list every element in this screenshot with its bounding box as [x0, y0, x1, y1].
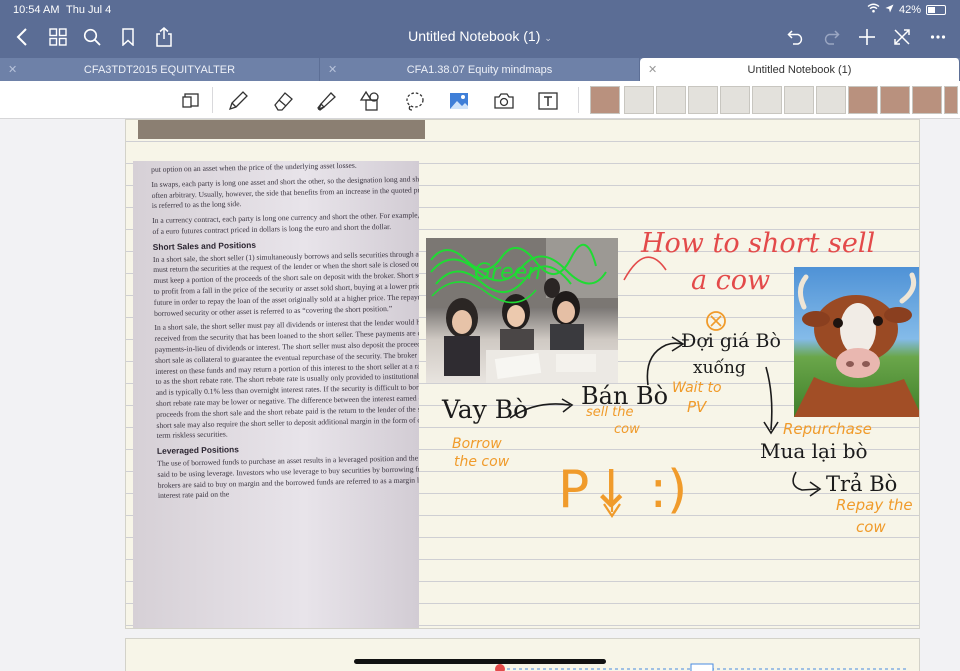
status-right: 42%: [867, 3, 946, 16]
title-line-2: a cow: [691, 265, 771, 296]
note-xuong: xuống: [693, 358, 746, 378]
note-vay-bo: Vay Bò: [442, 395, 529, 424]
toolbar-divider: [212, 87, 213, 113]
pen-tool[interactable]: [226, 89, 250, 113]
toolbar-divider: [578, 87, 579, 113]
selection-guides: [495, 663, 906, 671]
page-thumbnail[interactable]: [816, 86, 846, 114]
chevron-down-icon: ⌄: [544, 33, 552, 43]
lasso-tool[interactable]: [403, 89, 427, 113]
document-title-text: Untitled Notebook (1): [408, 28, 541, 44]
more-icon: [930, 35, 946, 39]
pen-icon: [228, 91, 248, 111]
note-repay-the: Repay the: [836, 496, 913, 514]
reading-mode-button[interactable]: [179, 89, 203, 113]
note-wait-to: Wait to: [672, 380, 722, 396]
ink-strokes: [430, 244, 822, 518]
add-page-button[interactable]: [855, 24, 879, 50]
tab-label: Untitled Notebook (1): [747, 63, 852, 76]
tab-label: CFA3TDT2015 EQUITYALTER: [83, 63, 236, 76]
note-cow: cow: [614, 422, 640, 437]
note-pv: PV: [687, 398, 707, 416]
tab-cfa1[interactable]: ✕ CFA1.38.07 Equity mindmaps: [320, 58, 640, 81]
note-sell-the: sell the: [586, 405, 634, 420]
wifi-icon: [867, 3, 880, 16]
camera-tool[interactable]: [492, 89, 516, 113]
highlighter-tool[interactable]: [314, 89, 338, 113]
undo-icon: [787, 30, 803, 45]
page-thumbnail[interactable]: [624, 86, 654, 114]
text-icon: [538, 92, 558, 110]
note-borrow: Borrow: [452, 436, 502, 452]
note-price-down: P↓ :): [558, 460, 688, 520]
add-icon: [859, 29, 875, 45]
tab-cfa3[interactable]: ✕ CFA3TDT2015 EQUITYALTER: [0, 58, 320, 81]
camera-icon: [494, 93, 514, 109]
image-tool[interactable]: [447, 89, 471, 113]
status-date: Thu Jul 4: [66, 4, 112, 16]
notebook-page[interactable]: put option on an asset when the price of…: [125, 119, 920, 629]
page-thumbnail[interactable]: [784, 86, 814, 114]
close-icon[interactable]: ✕: [8, 63, 17, 76]
green-scribble-text: Green: [474, 260, 542, 285]
expand-icon: [894, 29, 910, 45]
more-button[interactable]: [926, 24, 950, 50]
page-thumbnail[interactable]: [688, 86, 718, 114]
image-icon: [450, 93, 468, 109]
note-cow-2: cow: [856, 518, 886, 536]
close-icon[interactable]: ✕: [648, 63, 657, 76]
shapes-tool[interactable]: [358, 89, 382, 113]
lasso-icon: [406, 92, 424, 111]
tab-label: CFA1.38.07 Equity mindmaps: [406, 63, 553, 76]
highlighter-icon: [317, 92, 336, 111]
reading-mode-icon: [182, 93, 199, 108]
note-repurchase: Repurchase: [783, 420, 872, 438]
tab-untitled-notebook[interactable]: ✕ Untitled Notebook (1): [640, 58, 960, 81]
battery-percent: 42%: [898, 3, 921, 16]
page-thumbnail[interactable]: [720, 86, 750, 114]
redo-button[interactable]: [819, 24, 843, 50]
note-tra-bo: Trả Bò: [826, 472, 898, 496]
status-bar: 10:54 AM Thu Jul 4 42%: [0, 0, 960, 20]
note-doi-gia-bo: Đợi giá Bò: [681, 330, 781, 352]
notebook-page-next[interactable]: [125, 638, 920, 671]
page-thumbnail[interactable]: [752, 86, 782, 114]
top-bar: 10:54 AM Thu Jul 4 42% Untitled Notebook…: [0, 0, 960, 58]
home-indicator[interactable]: [354, 659, 606, 664]
page-thumbnail[interactable]: [912, 86, 942, 114]
page-thumbnail[interactable]: [590, 86, 620, 114]
redo-icon: [824, 30, 840, 45]
close-icon[interactable]: ✕: [328, 63, 337, 76]
page-thumbnail[interactable]: [656, 86, 686, 114]
battery-icon: [926, 4, 946, 15]
document-title[interactable]: Untitled Notebook (1) ⌄: [0, 28, 960, 44]
expand-button[interactable]: [890, 24, 914, 50]
title-line-1: How to short sell: [641, 228, 876, 259]
tool-bar: [0, 81, 960, 119]
page-thumbnail[interactable]: [944, 86, 958, 114]
note-mua-lai-bo: Mua lại bò: [760, 439, 868, 463]
tab-bar: ✕ CFA3TDT2015 EQUITYALTER ✕ CFA1.38.07 E…: [0, 58, 960, 81]
notebook-canvas[interactable]: put option on an asset when the price of…: [0, 119, 960, 671]
page-thumbnail[interactable]: [848, 86, 878, 114]
eraser-icon: [274, 92, 293, 111]
status-time: 10:54 AM: [13, 4, 60, 16]
page-thumbnail[interactable]: [880, 86, 910, 114]
undo-button[interactable]: [784, 24, 808, 50]
location-icon: [885, 4, 894, 16]
text-tool[interactable]: [536, 89, 560, 113]
note-the-cow: the cow: [454, 454, 510, 470]
eraser-tool[interactable]: [271, 89, 295, 113]
shapes-icon: [359, 90, 379, 111]
